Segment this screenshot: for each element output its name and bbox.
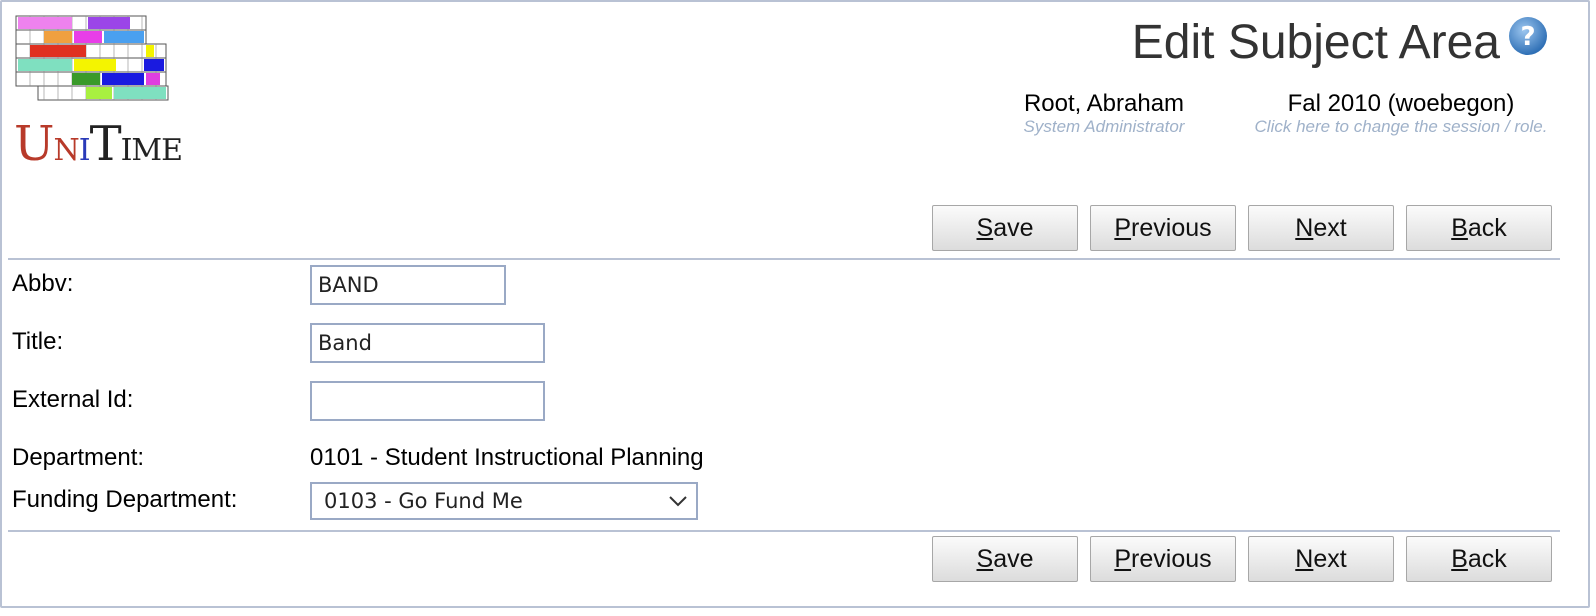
next-button[interactable]: Next [1248, 205, 1394, 251]
funding-department-label: Funding Department: [12, 486, 238, 513]
title-label: Title: [12, 328, 64, 355]
session-name: Fal 2010 (woebegon) [1287, 90, 1515, 117]
page-title: Edit Subject Area [1131, 16, 1500, 69]
department-label: Department: [12, 444, 145, 471]
back-button[interactable]: Back [1406, 205, 1552, 251]
top-button-bar: Save Previous Next Back [932, 205, 1552, 251]
svg-text:?: ? [1520, 22, 1535, 52]
logo-wordmark: UNITIME [14, 116, 183, 172]
divider [8, 258, 1560, 260]
save-button[interactable]: Save [932, 205, 1078, 251]
previous-button[interactable]: Previous [1090, 536, 1236, 582]
session-change-hint[interactable]: Click here to change the session / role. [1246, 118, 1556, 136]
divider [8, 530, 1560, 532]
external-id-input[interactable] [310, 381, 545, 421]
abbv-input[interactable]: BAND [310, 265, 506, 305]
title-input[interactable]: Band [310, 323, 545, 363]
funding-department-select[interactable]: 0103 - Go Fund Me [310, 482, 698, 520]
logo-grid-graphic [15, 15, 169, 101]
previous-button[interactable]: Previous [1090, 205, 1236, 251]
bottom-button-bar: Save Previous Next Back [932, 536, 1552, 582]
department-value: 0101 - Student Instructional Planning [310, 444, 704, 471]
next-button[interactable]: Next [1248, 536, 1394, 582]
chevron-down-icon [669, 496, 687, 507]
abbv-label: Abbv: [12, 270, 74, 297]
back-button[interactable]: Back [1406, 536, 1552, 582]
session-info[interactable]: Fal 2010 (woebegon) Click here to change… [1246, 90, 1556, 136]
user-name: Root, Abraham [1023, 90, 1185, 117]
funding-department-value: 0103 - Go Fund Me [324, 489, 523, 513]
help-icon[interactable]: ? [1508, 16, 1548, 56]
save-button[interactable]: Save [932, 536, 1078, 582]
user-info[interactable]: Root, Abraham System Administrator [1018, 90, 1190, 136]
unitime-logo[interactable]: UNITIME [14, 14, 183, 170]
user-role: System Administrator [1023, 117, 1185, 136]
external-id-label: External Id: [12, 386, 134, 413]
